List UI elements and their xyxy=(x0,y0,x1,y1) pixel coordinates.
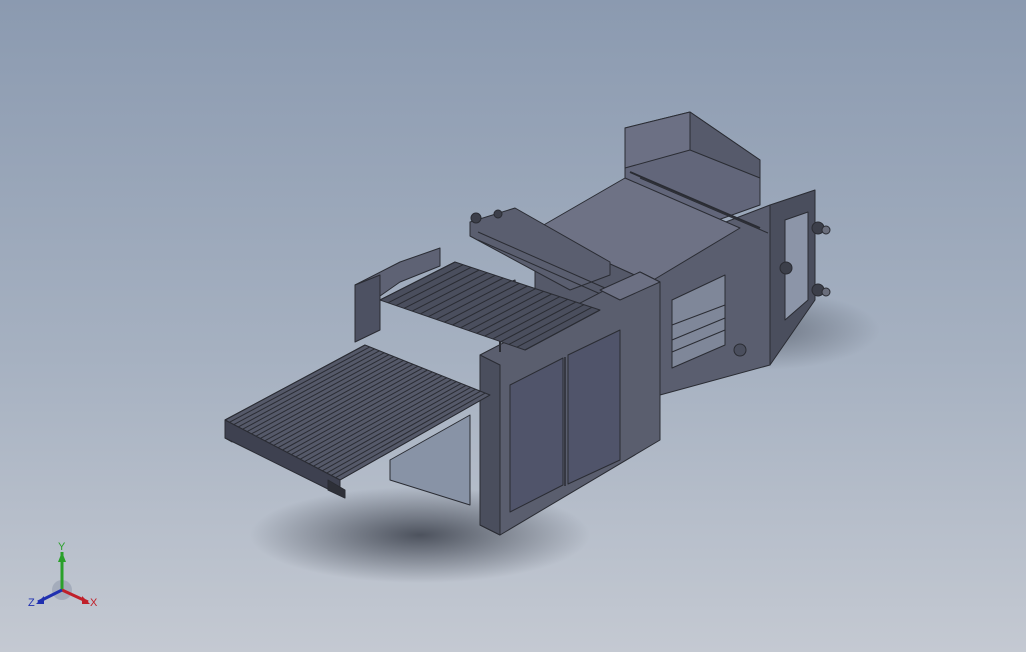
graphics-viewport[interactable]: Y X Z xyxy=(0,0,1026,652)
triad-z-label: Z xyxy=(28,597,35,609)
triad-x-label: X xyxy=(90,597,98,609)
triad-y-label: Y xyxy=(58,541,66,553)
orientation-triad: Y X Z xyxy=(28,541,98,609)
triad-y-arrow xyxy=(58,552,66,562)
triad-z-arrow xyxy=(36,596,44,604)
infeed-conveyor[interactable] xyxy=(224,344,491,506)
machine-3d-model[interactable] xyxy=(0,0,1026,652)
triad-x-arrow xyxy=(82,596,90,604)
